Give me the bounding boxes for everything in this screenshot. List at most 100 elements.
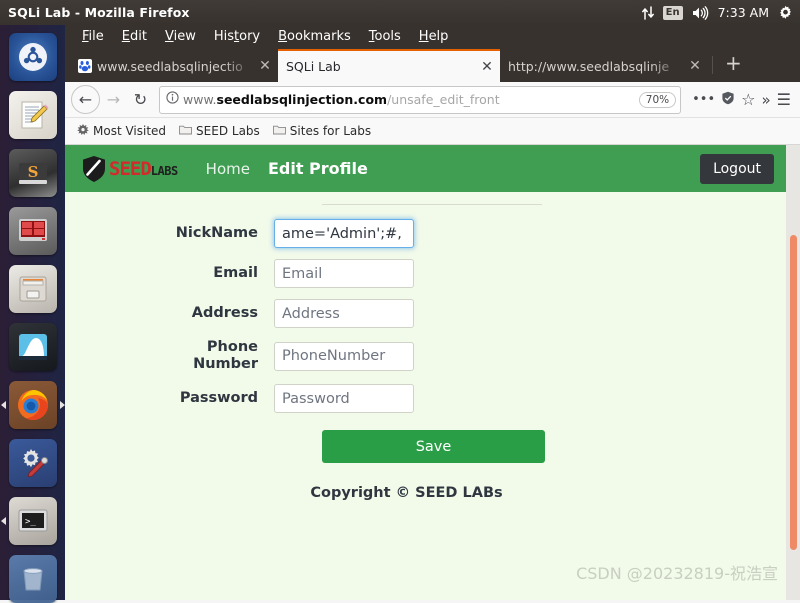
bookmarks-toolbar: Most Visited SEED Labs Sites for Labs: [65, 118, 800, 145]
page-scrollbar[interactable]: [786, 145, 800, 600]
svg-text:>_: >_: [25, 517, 36, 527]
tab-close-icon[interactable]: ✕: [688, 58, 702, 74]
shield-icon[interactable]: [721, 91, 735, 109]
menu-bookmarks[interactable]: Bookmarks: [278, 29, 351, 44]
seed-labs-logo[interactable]: SEEDLABS: [81, 155, 178, 183]
launcher-item-wireshark[interactable]: [8, 323, 57, 371]
launcher-running-arrow-left-terminal: [0, 517, 6, 525]
form-row-address: Address Address: [65, 299, 786, 328]
tab-0[interactable]: www.seedlabsqlinjectio ✕: [70, 50, 278, 82]
menu-edit[interactable]: Edit: [122, 29, 147, 44]
site-navbar: SEEDLABS Home Edit Profile Logout: [65, 145, 786, 192]
page-footer: Copyright © SEED LABs: [310, 485, 503, 501]
page-body: NickName ame='Admin';#, Email Email Addr…: [65, 204, 800, 501]
tab-label: http://www.seedlabsqlinje: [508, 58, 670, 74]
url-domain: seedlabsqlinjection.com: [216, 92, 388, 107]
page-scrollbar-thumb[interactable]: [790, 235, 797, 550]
nav-edit-profile[interactable]: Edit Profile: [268, 159, 368, 178]
url-path: /unsafe_edit_front: [387, 92, 500, 107]
label-phone-number: Phone Number: [193, 339, 258, 372]
menu-file[interactable]: File: [82, 29, 104, 44]
clock[interactable]: 7:33 AM: [718, 5, 769, 20]
tab-separator: [712, 55, 713, 74]
window-title: SQLi Lab - Mozilla Firefox: [8, 5, 190, 20]
tab-2[interactable]: http://www.seedlabsqlinje ✕: [500, 50, 708, 82]
page-viewport: SEEDLABS Home Edit Profile Logout NickNa…: [65, 145, 800, 600]
bookmark-label: Sites for Labs: [289, 124, 372, 138]
bookmark-seed-labs[interactable]: SEED Labs: [179, 124, 260, 138]
network-updown-icon[interactable]: [641, 5, 654, 20]
input-nickname[interactable]: ame='Admin';#,: [274, 219, 414, 248]
brand-wordmark: SEEDLABS: [109, 158, 178, 180]
input-address[interactable]: Address: [274, 299, 414, 328]
bookmark-most-visited[interactable]: Most Visited: [77, 123, 167, 139]
navigation-toolbar: ← → ↻ www.seedlabsqlinjection.com/unsafe…: [65, 82, 800, 118]
back-button[interactable]: ←: [71, 85, 100, 114]
menu-view[interactable]: View: [165, 29, 196, 44]
logout-button[interactable]: Logout: [700, 153, 774, 184]
tab-1[interactable]: SQLi Lab ✕: [278, 49, 500, 82]
launcher-item-file-manager[interactable]: [8, 265, 57, 313]
menu-history[interactable]: History: [214, 29, 260, 44]
launcher-item-trash[interactable]: [8, 555, 57, 603]
input-password[interactable]: Password: [274, 384, 414, 413]
url-bar[interactable]: www.seedlabsqlinjection.com/unsafe_edit_…: [159, 85, 682, 114]
form-divider: [322, 204, 542, 205]
input-email[interactable]: Email: [274, 259, 414, 288]
new-tab-button[interactable]: +: [717, 51, 750, 79]
watermark-text: CSDN @20232819-祝浩宣: [576, 564, 778, 583]
reload-button[interactable]: ↻: [127, 86, 154, 113]
overflow-chevron-icon[interactable]: »: [761, 91, 770, 109]
brand-labs: LABS: [150, 163, 178, 178]
zoom-level-badge[interactable]: 70%: [638, 91, 677, 108]
launcher-item-terminal-red[interactable]: [8, 207, 57, 255]
save-button[interactable]: Save: [322, 430, 545, 463]
launcher-item-ubuntu-dash[interactable]: [8, 33, 57, 81]
svg-text:S: S: [27, 163, 38, 181]
tab-close-icon[interactable]: ✕: [480, 59, 494, 75]
label-email: Email: [213, 265, 258, 281]
bookmark-sites-for-labs[interactable]: Sites for Labs: [272, 124, 372, 138]
launcher-item-text-editor[interactable]: [8, 91, 57, 139]
volume-icon[interactable]: [692, 5, 709, 20]
launcher-item-firefox[interactable]: [0, 381, 65, 429]
menu-tools[interactable]: Tools: [369, 29, 401, 44]
menu-help[interactable]: Help: [419, 29, 449, 44]
unity-launcher: S >_: [0, 25, 65, 603]
url-prefix: www.: [183, 92, 217, 107]
url-host: www.seedlabsqlinjection.com: [183, 92, 387, 107]
launcher-item-terminal[interactable]: >_: [0, 497, 57, 545]
url-text[interactable]: www.seedlabsqlinjection.com/unsafe_edit_…: [183, 92, 635, 107]
tab-close-icon[interactable]: ✕: [258, 58, 272, 74]
brand-seed: SEED: [109, 157, 152, 180]
seed-shield-icon: [81, 155, 107, 183]
input-phone-number[interactable]: PhoneNumber: [274, 341, 414, 371]
launcher-item-system-settings[interactable]: [8, 439, 57, 487]
page-actions-icon[interactable]: •••: [692, 92, 715, 107]
launcher-running-arrow-left: [0, 401, 6, 409]
bookmark-label: Most Visited: [93, 124, 167, 138]
bookmark-star-icon[interactable]: ☆: [741, 90, 755, 109]
baidu-paw-icon: [78, 59, 92, 73]
tab-strip: www.seedlabsqlinjectio ✕ SQLi Lab ✕ http…: [65, 47, 800, 82]
star-burst-icon: [77, 123, 89, 139]
label-nickname: NickName: [175, 225, 258, 241]
info-circle-icon[interactable]: [166, 91, 179, 108]
save-row: Save: [65, 430, 786, 463]
keyboard-layout-indicator[interactable]: En: [662, 5, 683, 20]
hamburger-menu-icon[interactable]: ☰: [777, 90, 791, 109]
launcher-focused-arrow-right: [59, 401, 65, 409]
edit-profile-form: NickName ame='Admin';#, Email Email Addr…: [65, 219, 786, 463]
label-address: Address: [191, 305, 258, 321]
system-tray: En 7:33 AM: [641, 5, 793, 20]
menu-bar: File Edit View History Bookmarks Tools H…: [65, 25, 800, 47]
nav-home[interactable]: Home: [206, 160, 250, 178]
folder-icon: [272, 124, 286, 138]
gear-icon[interactable]: [778, 5, 793, 20]
ubuntu-top-panel: SQLi Lab - Mozilla Firefox En 7:33 AM: [0, 0, 800, 25]
tab-label: SQLi Lab: [286, 59, 341, 74]
launcher-item-sublime-text[interactable]: S: [8, 149, 57, 197]
bookmark-label: SEED Labs: [196, 124, 260, 138]
forward-button[interactable]: →: [100, 86, 127, 113]
label-password: Password: [179, 390, 258, 406]
